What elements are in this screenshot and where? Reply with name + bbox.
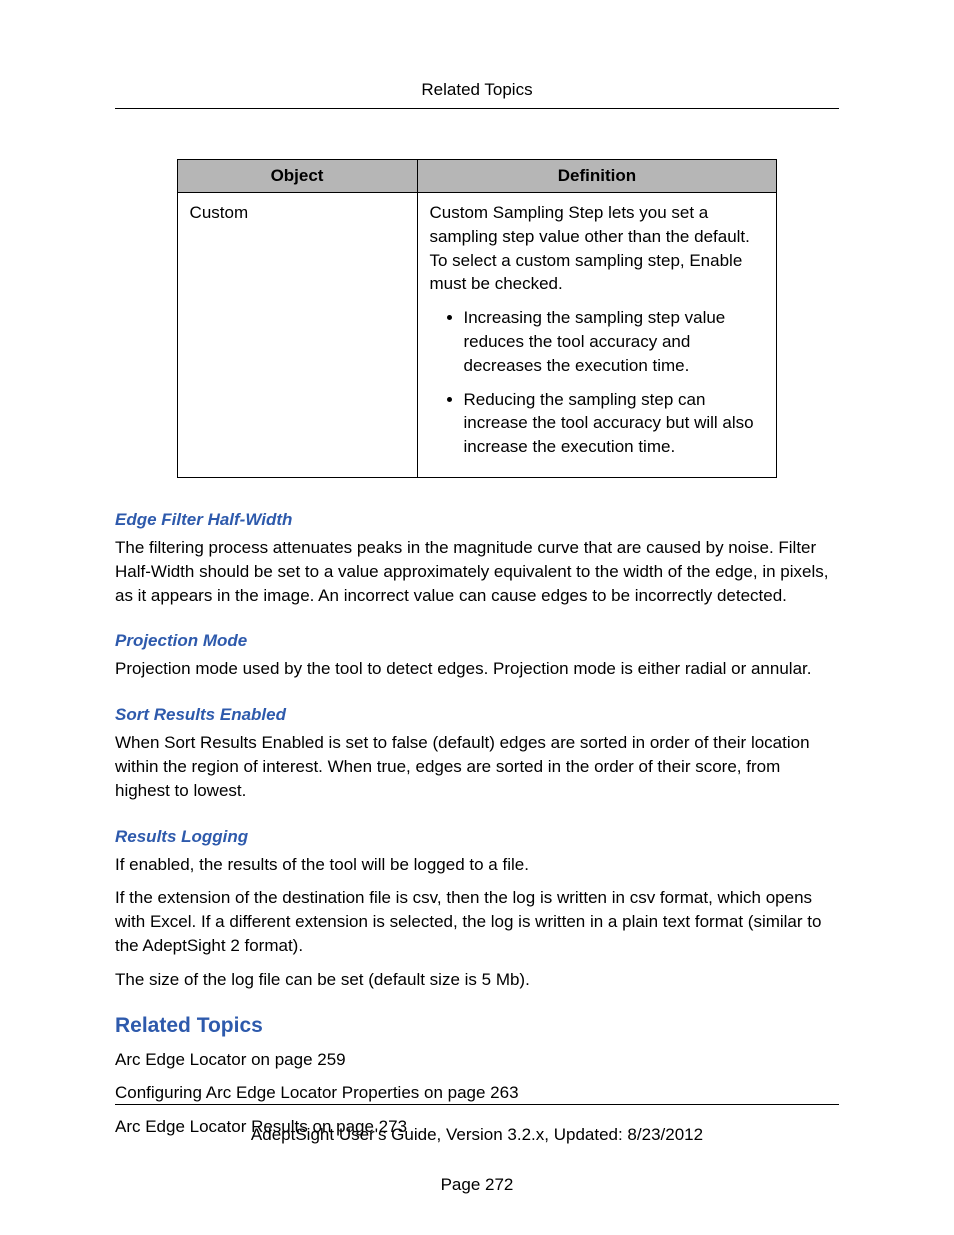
cell-object: Custom [177, 193, 417, 478]
table-row: Custom Custom Sampling Step lets you set… [177, 193, 777, 478]
running-header: Related Topics [115, 80, 839, 100]
document-page: Related Topics Object Definition Custom … [0, 0, 954, 1235]
related-topic-link[interactable]: Configuring Arc Edge Locator Properties … [115, 1081, 839, 1105]
body-text: If the extension of the destination file… [115, 886, 839, 957]
body-text: The size of the log file can be set (def… [115, 968, 839, 992]
list-item: Reducing the sampling step can increase … [464, 388, 765, 459]
footer-rule [115, 1104, 839, 1105]
body-text: Projection mode used by the tool to dete… [115, 657, 839, 681]
subheading-edge-filter: Edge Filter Half-Width [115, 510, 839, 530]
related-topic-link[interactable]: Arc Edge Locator on page 259 [115, 1048, 839, 1072]
footer-page-number: Page 272 [115, 1175, 839, 1195]
body-text: The filtering process attenuates peaks i… [115, 536, 839, 607]
header-rule [115, 108, 839, 109]
cell-definition: Custom Sampling Step lets you set a samp… [417, 193, 777, 478]
body-text: If enabled, the results of the tool will… [115, 853, 839, 877]
page-footer: AdeptSight User's Guide, Version 3.2.x, … [115, 1104, 839, 1195]
related-topics-heading: Related Topics [115, 1014, 839, 1038]
definition-table: Object Definition Custom Custom Sampling… [177, 159, 778, 478]
col-header-definition: Definition [417, 160, 777, 193]
body-text: When Sort Results Enabled is set to fals… [115, 731, 839, 802]
footer-guide-info: AdeptSight User's Guide, Version 3.2.x, … [115, 1125, 839, 1145]
definition-intro: Custom Sampling Step lets you set a samp… [430, 201, 765, 296]
col-header-object: Object [177, 160, 417, 193]
subheading-projection-mode: Projection Mode [115, 631, 839, 651]
list-item: Increasing the sampling step value reduc… [464, 306, 765, 377]
subheading-results-logging: Results Logging [115, 827, 839, 847]
subheading-sort-results: Sort Results Enabled [115, 705, 839, 725]
table-header-row: Object Definition [177, 160, 777, 193]
definition-bullets: Increasing the sampling step value reduc… [430, 306, 765, 459]
